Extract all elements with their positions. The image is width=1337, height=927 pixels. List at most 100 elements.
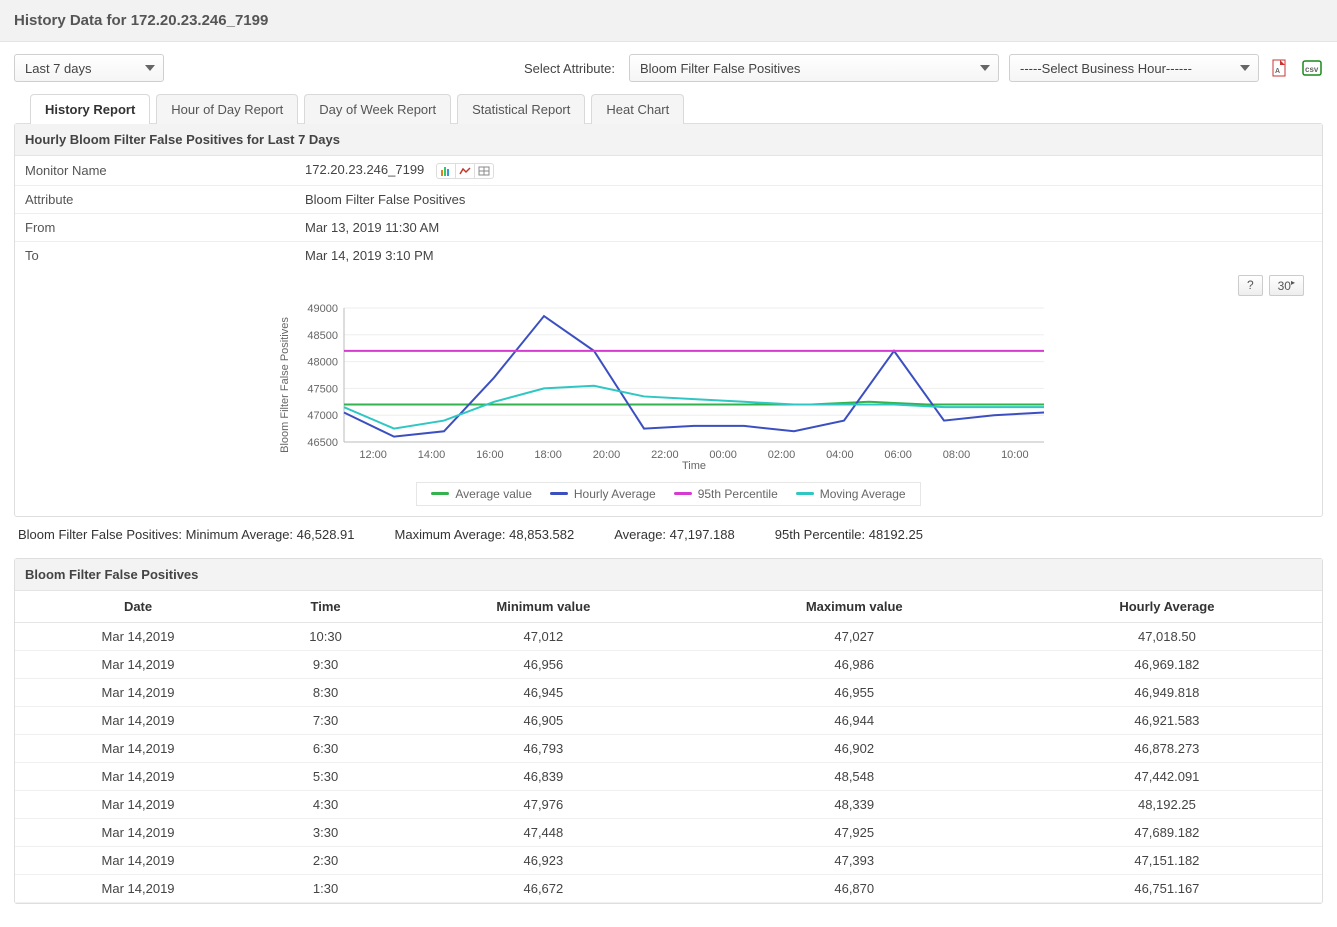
monitor-mini-icons[interactable] [436, 163, 494, 179]
table-cell: 46,923 [390, 846, 697, 874]
tab-day-of-week-report[interactable]: Day of Week Report [304, 94, 451, 124]
tab-history-report[interactable]: History Report [30, 94, 150, 124]
stat-p95: 95th Percentile: 48192.25 [775, 527, 923, 542]
table-cell: 47,393 [697, 846, 1012, 874]
table-cell: 48,339 [697, 790, 1012, 818]
chart-area: 46500470004750048000485004900012:0014:00… [15, 296, 1322, 478]
kv-attr-row: Attribute Bloom Filter False Positives [15, 186, 1322, 214]
table-cell: Mar 14,2019 [15, 818, 261, 846]
table-cell: 47,442.091 [1012, 762, 1322, 790]
table-cell: 4:30 [261, 790, 390, 818]
svg-text:A: A [1275, 68, 1280, 75]
svg-text:47000: 47000 [307, 410, 338, 422]
period-select[interactable]: Last 7 days [14, 54, 164, 82]
export-pdf-icon[interactable]: A [1269, 58, 1291, 78]
table-cell: 9:30 [261, 650, 390, 678]
table-cell: 47,976 [390, 790, 697, 818]
export-csv-icon[interactable]: csv [1301, 58, 1323, 78]
table-cell: 10:30 [261, 622, 390, 650]
summary-title: Hourly Bloom Filter False Positives for … [15, 124, 1322, 156]
monitor-name-value: 172.20.23.246_7199 [305, 162, 424, 177]
table-row: Mar 14,20196:3046,79346,90246,878.273 [15, 734, 1322, 762]
table-cell: Mar 14,2019 [15, 734, 261, 762]
tab-heat-chart[interactable]: Heat Chart [591, 94, 684, 124]
table-row: Mar 14,20195:3046,83948,54847,442.091 [15, 762, 1322, 790]
line-chart: 46500470004750048000485004900012:0014:00… [274, 300, 1064, 470]
tab-statistical-report[interactable]: Statistical Report [457, 94, 585, 124]
table-cell: 46,969.182 [1012, 650, 1322, 678]
svg-text:10:00: 10:00 [1001, 449, 1029, 461]
attribute-select[interactable]: Bloom Filter False Positives [629, 54, 999, 82]
page-title: History Data for 172.20.23.246_7199 [0, 0, 1337, 42]
table-row: Mar 14,20199:3046,95646,98646,969.182 [15, 650, 1322, 678]
line-chart-icon[interactable] [456, 164, 475, 178]
table-cell: 46,751.167 [1012, 874, 1322, 902]
kv-key: Monitor Name [25, 163, 305, 178]
table-row: Mar 14,201910:3047,01247,02747,018.50 [15, 622, 1322, 650]
table-cell: 46,949.818 [1012, 678, 1322, 706]
chevron-down-icon [145, 65, 155, 71]
table-row: Mar 14,20197:3046,90546,94446,921.583 [15, 706, 1322, 734]
table-cell: 5:30 [261, 762, 390, 790]
table-cell: Mar 14,2019 [15, 762, 261, 790]
legend-item[interactable]: Average value [431, 487, 532, 501]
table-cell: Mar 14,2019 [15, 790, 261, 818]
table-cell: 46,944 [697, 706, 1012, 734]
kv-key: Attribute [25, 192, 305, 207]
table-cell: 47,012 [390, 622, 697, 650]
kv-key: To [25, 248, 305, 263]
kv-value: Mar 13, 2019 11:30 AM [305, 220, 439, 235]
table-cell: 2:30 [261, 846, 390, 874]
table-cell: Mar 14,2019 [15, 650, 261, 678]
table-cell: 46,793 [390, 734, 697, 762]
table-cell: 46,902 [697, 734, 1012, 762]
stat-max: Maximum Average: 48,853.582 [395, 527, 575, 542]
table-cell: 3:30 [261, 818, 390, 846]
svg-text:12:00: 12:00 [359, 449, 387, 461]
table-cell: 46,945 [390, 678, 697, 706]
table-cell: Mar 14,2019 [15, 622, 261, 650]
grid-icon[interactable] [475, 164, 493, 178]
table-cell: 46,955 [697, 678, 1012, 706]
kv-key: From [25, 220, 305, 235]
table-row: Mar 14,20193:3047,44847,92547,689.182 [15, 818, 1322, 846]
business-hour-select[interactable]: -----Select Business Hour------ [1009, 54, 1259, 82]
table-cell: 46,956 [390, 650, 697, 678]
svg-text:48500: 48500 [307, 329, 338, 341]
legend-item[interactable]: Moving Average [796, 487, 906, 501]
svg-text:49000: 49000 [307, 303, 338, 315]
table-cell: 47,448 [390, 818, 697, 846]
chart-refresh-button[interactable]: 30▸ [1269, 275, 1304, 296]
data-table: DateTimeMinimum valueMaximum valueHourly… [15, 591, 1322, 903]
table-cell: 47,018.50 [1012, 622, 1322, 650]
svg-text:Time: Time [681, 460, 705, 470]
table-row: Mar 14,20191:3046,67246,87046,751.167 [15, 874, 1322, 902]
legend-item[interactable]: Hourly Average [550, 487, 656, 501]
period-select-value: Last 7 days [25, 61, 92, 76]
col-header: Minimum value [390, 591, 697, 623]
table-cell: 46,870 [697, 874, 1012, 902]
svg-text:16:00: 16:00 [476, 449, 504, 461]
table-cell: 46,921.583 [1012, 706, 1322, 734]
svg-text:06:00: 06:00 [884, 449, 912, 461]
chevron-down-icon [1240, 65, 1250, 71]
table-row: Mar 14,20192:3046,92347,39347,151.182 [15, 846, 1322, 874]
legend-item[interactable]: 95th Percentile [674, 487, 778, 501]
table-row: Mar 14,20194:3047,97648,33948,192.25 [15, 790, 1322, 818]
svg-text:22:00: 22:00 [651, 449, 679, 461]
tab-hour-of-day-report[interactable]: Hour of Day Report [156, 94, 298, 124]
svg-text:18:00: 18:00 [534, 449, 562, 461]
kv-value: 172.20.23.246_7199 [305, 162, 494, 179]
table-cell: Mar 14,2019 [15, 874, 261, 902]
chart-legend: Average value Hourly Average 95th Percenti… [416, 482, 920, 506]
bar-chart-icon[interactable] [437, 164, 456, 178]
kv-value: Mar 14, 2019 3:10 PM [305, 248, 434, 263]
table-title: Bloom Filter False Positives [15, 559, 1322, 591]
table-cell: 8:30 [261, 678, 390, 706]
table-cell: 47,925 [697, 818, 1012, 846]
table-row: Mar 14,20198:3046,94546,95546,949.818 [15, 678, 1322, 706]
refresh-value: 30 [1278, 279, 1291, 293]
attribute-select-value: Bloom Filter False Positives [640, 61, 800, 76]
svg-text:Bloom Filter False Positives: Bloom Filter False Positives [279, 316, 291, 452]
chart-help-button[interactable]: ? [1238, 275, 1263, 296]
